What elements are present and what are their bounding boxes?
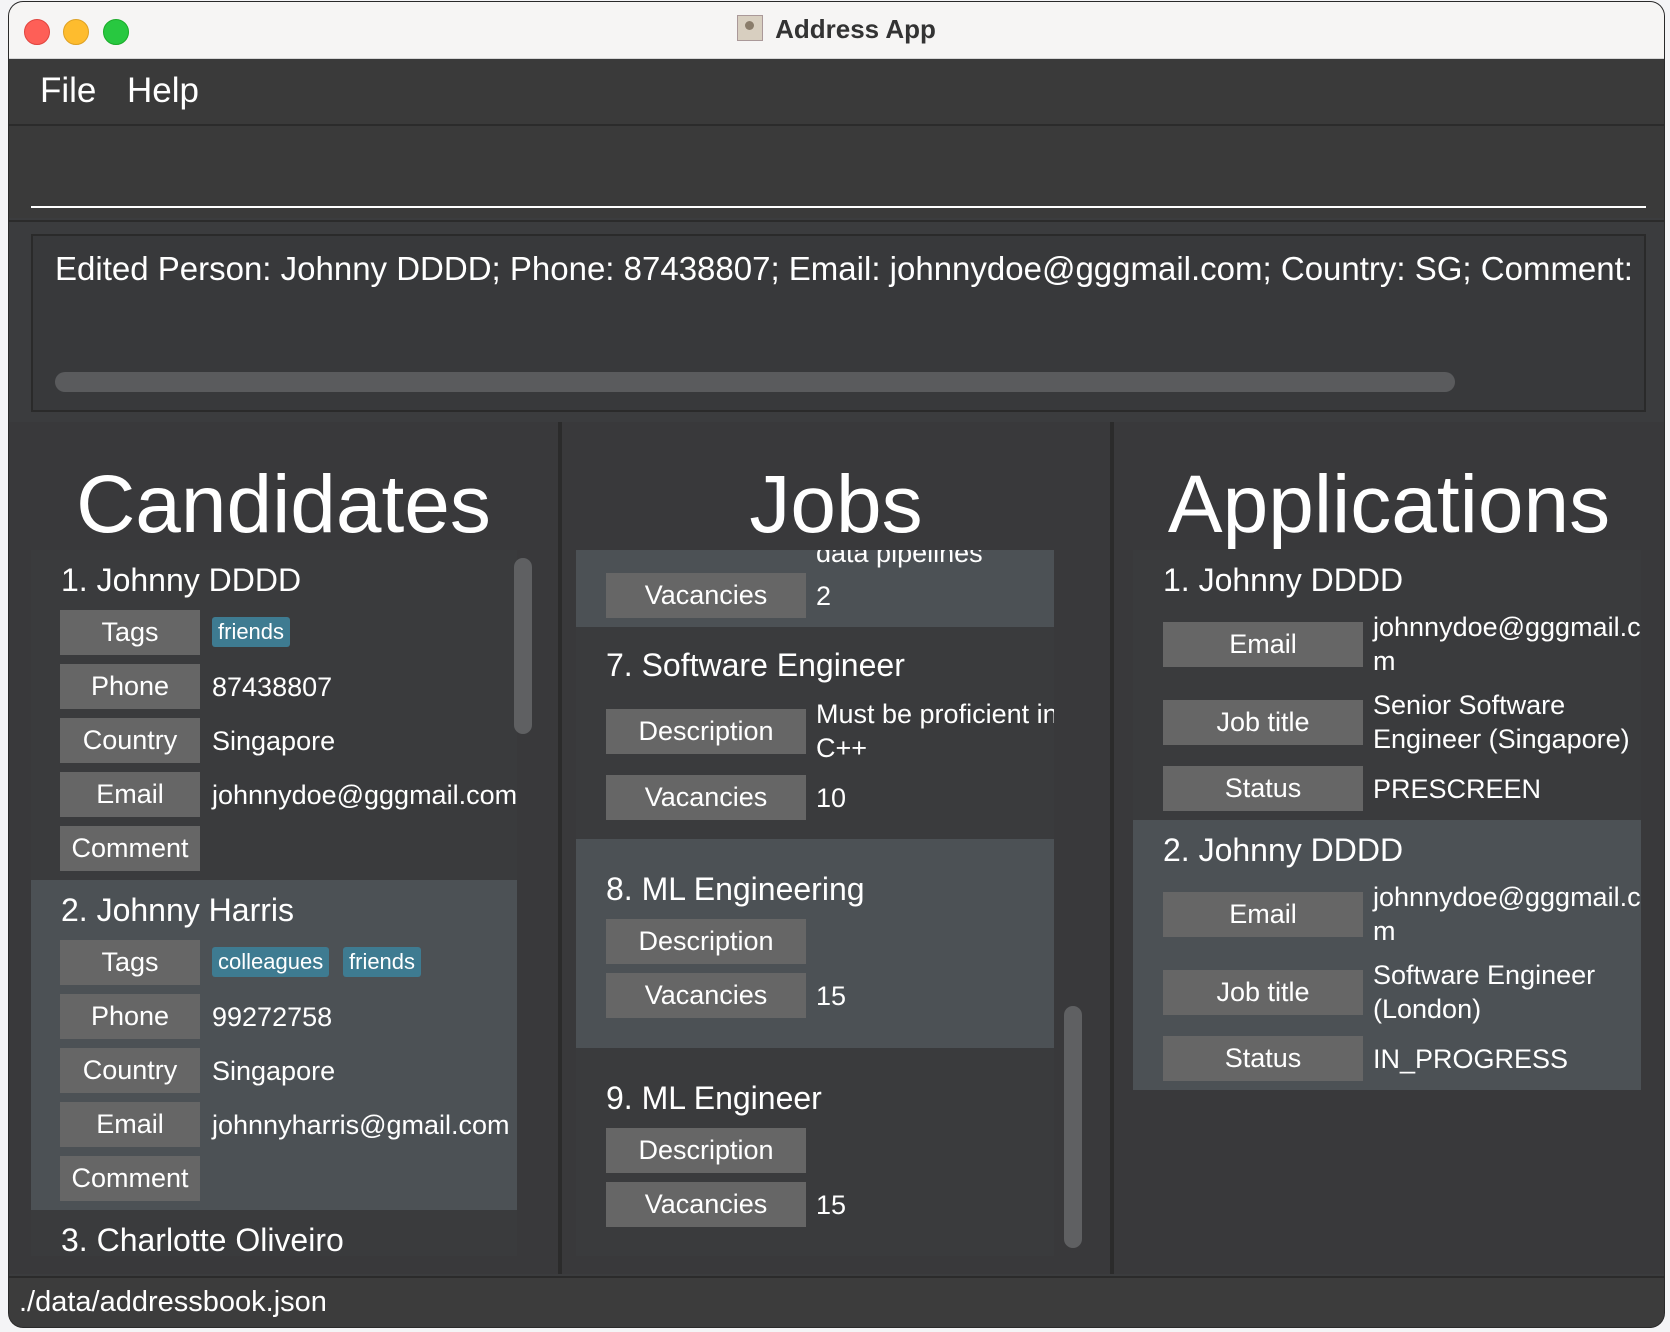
job-title-label: Job title <box>1163 700 1363 745</box>
applications-title: Applications <box>1167 459 1611 550</box>
phone-value: 99272758 <box>212 1002 333 1032</box>
vacancies-label: Vacancies <box>606 1182 806 1227</box>
window-title: Address App <box>9 14 1664 45</box>
job-title-value-line1: Software Engineer <box>1373 960 1596 990</box>
candidate-card[interactable]: 2. Johnny Harris Tags colleagues friends… <box>31 880 517 1210</box>
email-label: Email <box>60 1102 200 1147</box>
email-label: Email <box>1163 622 1363 667</box>
candidates-list[interactable]: 1. Johnny DDDD Tags friends Phone 874388… <box>31 550 517 1256</box>
jobs-title: Jobs <box>749 459 923 550</box>
tag-badge: friends <box>212 617 291 647</box>
window-title-text: Address App <box>775 14 936 44</box>
country-label: Country <box>60 718 200 763</box>
applications-list[interactable]: 1. Johnny DDDD Email johnnydoe@gggmail.c… <box>1133 550 1641 820</box>
job-card[interactable]: data pipelines Vacancies 2 <box>576 550 1054 627</box>
candidate-card[interactable]: 1. Johnny DDDD Tags friends Phone 874388… <box>31 550 517 880</box>
job-title-value-line1: Senior Software <box>1373 690 1566 720</box>
email-value-line1: johnnydoe@gggmail.co <box>1373 882 1641 912</box>
result-display: Edited Person: Johnny DDDD; Phone: 87438… <box>9 220 1664 427</box>
applications-panel: Applications 1. Johnny DDDD Email johnny… <box>1114 422 1664 1274</box>
status-label: Status <box>1163 766 1363 811</box>
result-horizontal-scrollbar[interactable] <box>55 372 1455 392</box>
menu-help[interactable]: Help <box>127 71 199 111</box>
comment-label: Comment <box>60 826 200 871</box>
command-input[interactable] <box>31 136 1646 208</box>
job-title: 8. ML Engineering <box>606 871 865 907</box>
status-value: PRESCREEN <box>1373 774 1542 804</box>
email-value-line1: johnnydoe@gggmail.co <box>1373 612 1641 642</box>
jobs-list[interactable]: data pipelines Vacancies 2 7. Software E… <box>576 550 1054 1256</box>
email-value-line2: m <box>1373 646 1396 676</box>
candidates-title: Candidates <box>76 459 491 550</box>
tag-badge: friends <box>343 947 422 977</box>
menu-file[interactable]: File <box>40 71 96 111</box>
applicant-name: 1. Johnny DDDD <box>1163 562 1404 598</box>
applicant-name: 2. Johnny DDDD <box>1163 832 1404 868</box>
candidates-panel: Candidates 1. Johnny DDDD Tags friends P… <box>9 422 558 1274</box>
country-label: Country <box>60 1048 200 1093</box>
email-label: Email <box>60 772 200 817</box>
phone-label: Phone <box>60 994 200 1039</box>
application-card[interactable]: 1. Johnny DDDD Email johnnydoe@gggmail.c… <box>1133 550 1641 820</box>
description-label: Description <box>606 709 806 754</box>
title-bar: Address App <box>9 2 1664 59</box>
storage-file-path: ./data/addressbook.json <box>19 1286 327 1318</box>
job-card[interactable]: 7. Software Engineer Description Must be… <box>576 627 1054 839</box>
candidate-name: 2. Johnny Harris <box>61 892 294 928</box>
description-label: Description <box>606 1128 806 1173</box>
job-title-label: Job title <box>1163 970 1363 1015</box>
vacancies-value: 2 <box>816 581 832 611</box>
status-bar: ./data/addressbook.json <box>9 1276 1664 1327</box>
country-value: Singapore <box>212 726 336 756</box>
application-card[interactable]: 2. Johnny DDDD Email johnnydoe@gggmail.c… <box>1133 820 1641 1090</box>
description-value-line1: Must be proficient in <box>816 699 1054 729</box>
job-title: 7. Software Engineer <box>606 647 905 683</box>
vacancies-label: Vacancies <box>606 973 806 1018</box>
applications-list-continued[interactable]: 2. Johnny DDDD Email johnnydoe@gggmail.c… <box>1133 820 1641 1090</box>
app-window: Address App File Help Edited Person: Joh… <box>9 2 1664 1327</box>
vacancies-value: 15 <box>816 1190 847 1220</box>
comment-label: Comment <box>60 1156 200 1201</box>
country-value: Singapore <box>212 1056 336 1086</box>
tags-label: Tags <box>60 940 200 985</box>
vacancies-label: Vacancies <box>606 775 806 820</box>
job-card[interactable]: 8. ML Engineering Description Vacancies … <box>576 839 1054 1048</box>
email-value: johnnydoe@gggmail.com <box>212 780 517 810</box>
description-value-line2: C++ <box>816 733 868 763</box>
job-title-value-line2: Engineer (Singapore) <box>1373 724 1630 754</box>
status-value: IN_PROGRESS <box>1373 1044 1569 1074</box>
email-value: johnnyharris@gmail.com <box>212 1110 510 1140</box>
candidate-card[interactable]: 3. Charlotte Oliveiro <box>31 1210 517 1256</box>
jobs-scrollbar[interactable] <box>1064 1006 1082 1248</box>
address-book-icon <box>737 15 764 41</box>
tags-label: Tags <box>60 610 200 655</box>
job-card[interactable]: 9. ML Engineer Description Vacancies 15 <box>576 1048 1054 1256</box>
vacancies-value: 10 <box>816 783 847 813</box>
vacancies-label: Vacancies <box>606 573 806 618</box>
candidate-name: 3. Charlotte Oliveiro <box>61 1222 344 1256</box>
jobs-panel: Jobs data pipelines Vacancies 2 7. Softw… <box>562 422 1110 1274</box>
result-text-area: Edited Person: Johnny DDDD; Phone: 87438… <box>31 234 1646 412</box>
command-box <box>9 126 1664 218</box>
tag-badge: colleagues <box>212 947 330 977</box>
email-value-line2: m <box>1373 916 1396 946</box>
vacancies-value: 15 <box>816 981 847 1011</box>
description-label: Description <box>606 919 806 964</box>
job-description-value: data pipelines <box>816 550 983 568</box>
phone-value: 87438807 <box>212 672 333 702</box>
menu-bar: File Help <box>9 59 1664 126</box>
result-message: Edited Person: Johnny DDDD; Phone: 87438… <box>55 250 1646 287</box>
status-label: Status <box>1163 1036 1363 1081</box>
email-label: Email <box>1163 892 1363 937</box>
job-title-value-line2: (London) <box>1373 994 1482 1024</box>
candidates-scrollbar[interactable] <box>514 558 532 734</box>
job-title: 9. ML Engineer <box>606 1080 822 1116</box>
phone-label: Phone <box>60 664 200 709</box>
candidate-name: 1. Johnny DDDD <box>61 562 302 598</box>
